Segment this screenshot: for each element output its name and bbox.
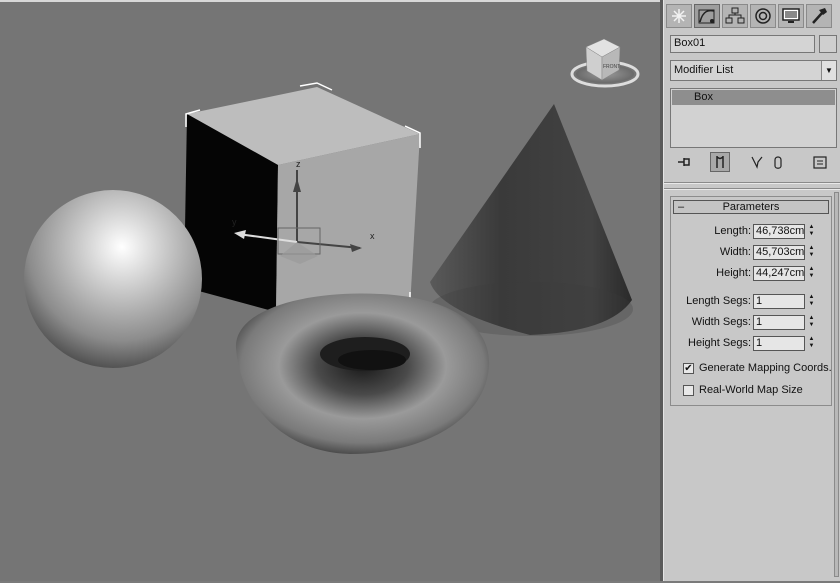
length-segs-row: Length Segs: 1 ▲ ▼: [671, 294, 831, 310]
configure-modifier-sets-button[interactable]: [810, 152, 830, 172]
hierarchy-icon: [725, 7, 745, 24]
display-tab[interactable]: [778, 4, 804, 28]
parameters-rollout: – Parameters Length: 46,738cm ▲ ▼ Width: …: [670, 196, 832, 406]
real-world-map-row[interactable]: Real-World Map Size: [683, 384, 833, 400]
width-label: Width:: [719, 246, 751, 258]
length-input[interactable]: 46,738cm: [753, 224, 805, 239]
real-world-map-checkbox[interactable]: [683, 385, 694, 396]
command-panel: Box01 Modifier List ▼ Box – Parameters L…: [663, 0, 840, 581]
show-end-result-icon: [716, 156, 724, 168]
spinner-up-icon[interactable]: ▲: [807, 224, 816, 231]
length-row: Length: 46,738cm ▲ ▼: [671, 224, 831, 240]
spinner-down-icon[interactable]: ▼: [807, 273, 816, 280]
height-label: Height:: [716, 267, 751, 279]
generate-mapping-row[interactable]: ✔ Generate Mapping Coords.: [683, 362, 833, 378]
parameters-title: Parameters: [722, 201, 780, 213]
hierarchy-tab[interactable]: [722, 4, 748, 28]
pin-stack-icon: [678, 158, 690, 166]
scene-canvas[interactable]: z x y FRONT: [0, 2, 660, 583]
viewcube[interactable]: FRONT: [570, 38, 640, 88]
spinner-up-icon[interactable]: ▲: [807, 266, 816, 273]
gizmo-z-label: z: [296, 159, 301, 169]
height-segs-input[interactable]: 1: [753, 336, 805, 351]
generate-mapping-label: Generate Mapping Coords.: [699, 362, 832, 374]
width-spinner[interactable]: ▲ ▼: [807, 245, 816, 260]
dropdown-arrow-icon[interactable]: ▼: [821, 61, 836, 80]
viewcube-front-label: FRONT: [603, 64, 620, 70]
make-unique-icon: [751, 156, 763, 169]
create-tab[interactable]: [666, 4, 692, 28]
length-segs-label: Length Segs:: [686, 295, 751, 307]
generate-mapping-checkbox[interactable]: ✔: [683, 363, 694, 374]
spinner-down-icon[interactable]: ▼: [807, 322, 816, 329]
remove-modifier-button[interactable]: [768, 152, 788, 172]
spinner-down-icon[interactable]: ▼: [807, 252, 816, 259]
box-object[interactable]: z x y: [184, 82, 421, 312]
motion-icon: [755, 8, 771, 24]
configure-modifier-sets-icon: [813, 156, 827, 169]
height-input[interactable]: 44,247cm: [753, 266, 805, 281]
object-color-swatch[interactable]: [819, 35, 837, 53]
modifier-list-label: Modifier List: [674, 64, 734, 76]
height-segs-spinner[interactable]: ▲ ▼: [807, 336, 816, 351]
modifier-stack-tools: [670, 152, 837, 174]
motion-tab[interactable]: [750, 4, 776, 28]
collapse-icon: –: [678, 201, 685, 213]
parameters-rollout-header[interactable]: – Parameters: [673, 200, 829, 214]
height-row: Height: 44,247cm ▲ ▼: [671, 266, 831, 282]
spinner-down-icon[interactable]: ▼: [807, 231, 816, 238]
spinner-up-icon[interactable]: ▲: [807, 294, 816, 301]
modify-curve-icon: [698, 9, 715, 24]
spinner-up-icon[interactable]: ▲: [807, 336, 816, 343]
rollout-separator: [664, 188, 840, 190]
width-segs-input[interactable]: 1: [753, 315, 805, 330]
spinner-up-icon[interactable]: ▲: [807, 245, 816, 252]
length-spinner[interactable]: ▲ ▼: [807, 224, 816, 239]
length-label: Length:: [714, 225, 751, 237]
real-world-map-label: Real-World Map Size: [699, 384, 803, 396]
spinner-down-icon[interactable]: ▼: [807, 301, 816, 308]
sphere-object[interactable]: [24, 190, 202, 368]
command-panel-tabs: [664, 2, 840, 30]
object-name-field[interactable]: Box01: [670, 35, 815, 53]
show-end-result-button[interactable]: [710, 152, 730, 172]
remove-modifier-icon: [774, 156, 782, 169]
torus-object[interactable]: [235, 293, 490, 454]
utilities-tab[interactable]: [806, 4, 832, 28]
modifier-list-dropdown[interactable]: Modifier List ▼: [670, 60, 837, 81]
perspective-viewport[interactable]: z x y FRONT: [0, 0, 660, 581]
make-unique-button[interactable]: [748, 152, 768, 172]
display-monitor-icon: [782, 8, 800, 23]
spinner-down-icon[interactable]: ▼: [807, 343, 816, 350]
height-segs-row: Height Segs: 1 ▲ ▼: [671, 336, 831, 352]
gizmo-x-label: x: [370, 231, 375, 241]
cone-object[interactable]: [429, 104, 633, 336]
pin-stack-button[interactable]: [674, 152, 694, 172]
modify-tab[interactable]: [694, 4, 720, 28]
utilities-hammer-icon: [812, 8, 827, 24]
height-spinner[interactable]: ▲ ▼: [807, 266, 816, 281]
stack-separator: [664, 182, 840, 184]
height-segs-label: Height Segs:: [688, 337, 751, 349]
width-row: Width: 45,703cm ▲ ▼: [671, 245, 831, 261]
length-segs-input[interactable]: 1: [753, 294, 805, 309]
width-segs-label: Width Segs:: [691, 316, 751, 328]
modifier-stack[interactable]: Box: [670, 88, 837, 148]
width-input[interactable]: 45,703cm: [753, 245, 805, 260]
spinner-up-icon[interactable]: ▲: [807, 315, 816, 322]
panel-scrollbar[interactable]: [834, 192, 839, 577]
width-segs-row: Width Segs: 1 ▲ ▼: [671, 315, 831, 331]
width-segs-spinner[interactable]: ▲ ▼: [807, 315, 816, 330]
stack-item-box[interactable]: Box: [672, 90, 835, 105]
length-segs-spinner[interactable]: ▲ ▼: [807, 294, 816, 309]
gizmo-y-label: y: [232, 217, 237, 227]
create-star-icon: [672, 9, 686, 23]
